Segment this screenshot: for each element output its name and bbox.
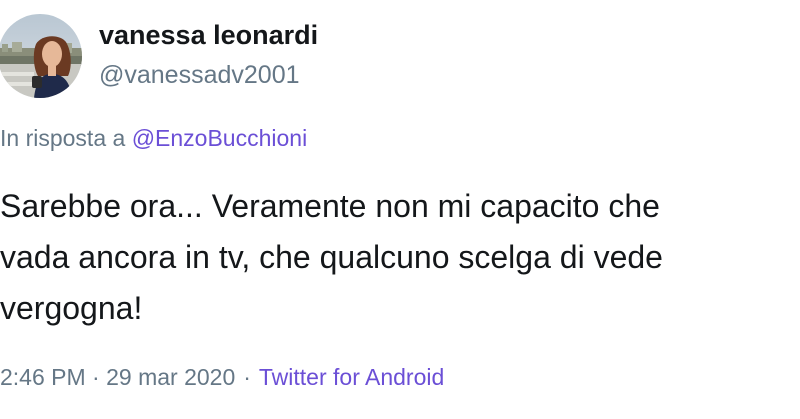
profile-photo-icon — [0, 14, 82, 98]
tweet-text-line: vada ancora in tv, che qualcuno scelga d… — [0, 239, 663, 275]
tweet-meta: 2:46 PM · 29 mar 2020 · Twitter for Androi… — [0, 361, 444, 393]
author-handle[interactable]: @vanessadv2001 — [99, 58, 318, 92]
tweet-source-link[interactable]: Twitter for Android — [259, 364, 444, 390]
tweet-text-line: vergogna! — [0, 290, 143, 326]
author-display-name[interactable]: vanessa leonardi — [99, 18, 318, 52]
tweet-header: vanessa leonardi @vanessadv2001 — [0, 14, 318, 100]
meta-separator: · — [243, 364, 251, 390]
tweet-card: vanessa leonardi @vanessadv2001 In rispo… — [0, 0, 800, 419]
tweet-text: Sarebbe ora... Veramente non mi capacito… — [0, 181, 800, 334]
reply-context: In risposta a @EnzoBucchioni — [0, 123, 307, 153]
tweet-text-line: Sarebbe ora... Veramente non mi capacito… — [0, 188, 660, 224]
tweet-timestamp[interactable]: 2:46 PM · 29 mar 2020 — [0, 364, 235, 390]
reply-mention-link[interactable]: @EnzoBucchioni — [132, 125, 308, 151]
avatar[interactable] — [0, 14, 82, 98]
reply-prefix: In risposta a — [0, 125, 126, 151]
author-names: vanessa leonardi @vanessadv2001 — [99, 18, 318, 92]
